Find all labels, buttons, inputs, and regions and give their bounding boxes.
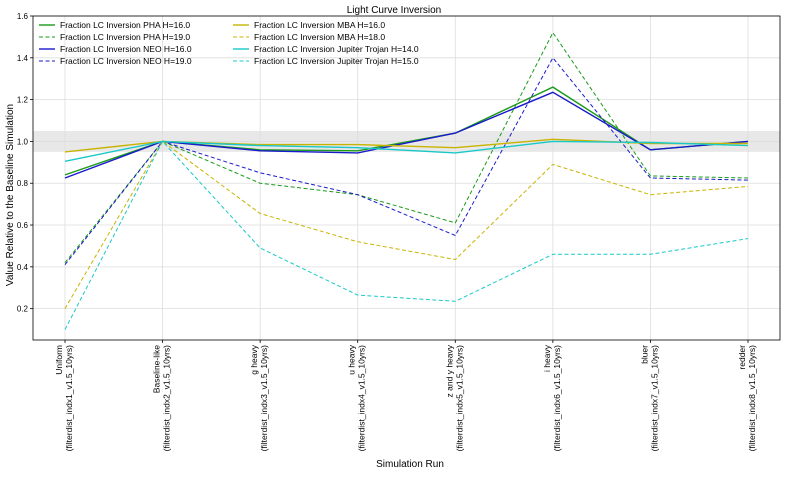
x-tick-label-run: (filterdist_indx2_v1.5_10yrs) — [162, 345, 172, 451]
legend-label-2: Fraction LC Inversion PHA H=19.0 — [60, 32, 190, 42]
x-tick-label-name: i heavy — [542, 344, 552, 372]
legend-label-3: Fraction LC Inversion NEO H=16.0 — [60, 44, 192, 54]
y-tick-label: 0.6 — [17, 221, 29, 230]
series-line-4 — [64, 56, 749, 266]
x-tick-label-name: z and y heavy — [444, 344, 454, 397]
x-tick-label: redder(filterdist_indx8_v1.5_10yrs) — [737, 345, 757, 451]
x-tick-label: Uniform(filterdist_indx1_v1.5_10yrs) — [54, 345, 74, 451]
x-tick-label: g heavy(filterdist_indx3_v1.5_10yrs) — [249, 344, 269, 451]
x-tick-label-run: (filterdist_indx3_v1.5_10yrs) — [259, 345, 269, 451]
y-tick-label: 1.2 — [17, 96, 29, 105]
x-tick-label-run: (filterdist_indx4_v1.5_10yrs) — [357, 345, 367, 451]
x-tick-label-name: g heavy — [249, 344, 259, 375]
legend-label-5: Fraction LC Inversion MBA H=16.0 — [254, 20, 385, 30]
y-tick-label: 0.8 — [17, 179, 29, 188]
chart-title: Light Curve Inversion — [347, 5, 442, 16]
x-tick-label-name: redder — [737, 345, 747, 370]
x-tick-label-name: Baseline-like — [152, 345, 162, 393]
x-tick-label-run: (filterdist_indx8_v1.5_10yrs) — [747, 345, 757, 451]
x-tick-label: u heavy(filterdist_indx4_v1.5_10yrs) — [347, 344, 367, 451]
x-tick-label-name: bluer — [639, 345, 649, 364]
chart-container: Light Curve Inversion 0.2 0.4 0.6 0.8 1.0 1.2… — [0, 0, 789, 473]
legend-label-4: Fraction LC Inversion NEO H=19.0 — [60, 56, 192, 66]
x-tick-label: Baseline-like(filterdist_indx2_v1.5_10yr… — [152, 345, 172, 452]
legend-label-7: Fraction LC Inversion Jupiter Trojan H=1… — [254, 44, 419, 54]
x-tick-label: bluer(filterdist_indx7_v1.5_10yrs) — [639, 345, 659, 451]
legend-label-1: Fraction LC Inversion PHA H=16.0 — [60, 20, 190, 30]
legend-label-6: Fraction LC Inversion MBA H=18.0 — [254, 32, 385, 42]
x-axis-label: Simulation Run — [376, 459, 444, 470]
x-tick-label-run: (filterdist_indx7_v1.5_10yrs) — [649, 345, 659, 451]
y-tick-label: 0.2 — [17, 305, 29, 314]
y-tick-label: 1.6 — [17, 12, 29, 21]
line-chart: Light Curve Inversion 0.2 0.4 0.6 0.8 1.0 1.2… — [5, 5, 781, 470]
x-tick-label-name: u heavy — [347, 344, 357, 375]
x-tick-label-name: Uniform — [54, 345, 64, 375]
y-tick-label: 1.0 — [17, 137, 29, 146]
legend: Fraction LC Inversion PHA H=16.0 Fraction… — [39, 20, 419, 66]
x-tick-label-run: (filterdist_indx1_v1.5_10yrs) — [64, 345, 74, 451]
x-tick-label: i heavy(filterdist_indx6_v1.5_10yrs) — [542, 344, 562, 451]
legend-label-8: Fraction LC Inversion Jupiter Trojan H=1… — [254, 56, 419, 66]
y-axis-label: Value Relative to the Baseline Simulatio… — [5, 104, 16, 286]
x-tick-label: z and y heavy(filterdist_indx5_v1.5_10yr… — [444, 344, 464, 451]
y-tick-label: 0.4 — [17, 263, 29, 272]
x-tick-label-run: (filterdist_indx5_v1.5_10yrs) — [454, 345, 464, 451]
y-tick-label: 1.4 — [17, 54, 29, 63]
plot-area: 0.20.40.60.81.01.21.41.6Uniform(filterdi… — [17, 12, 781, 452]
x-tick-label-run: (filterdist_indx6_v1.5_10yrs) — [552, 345, 562, 451]
